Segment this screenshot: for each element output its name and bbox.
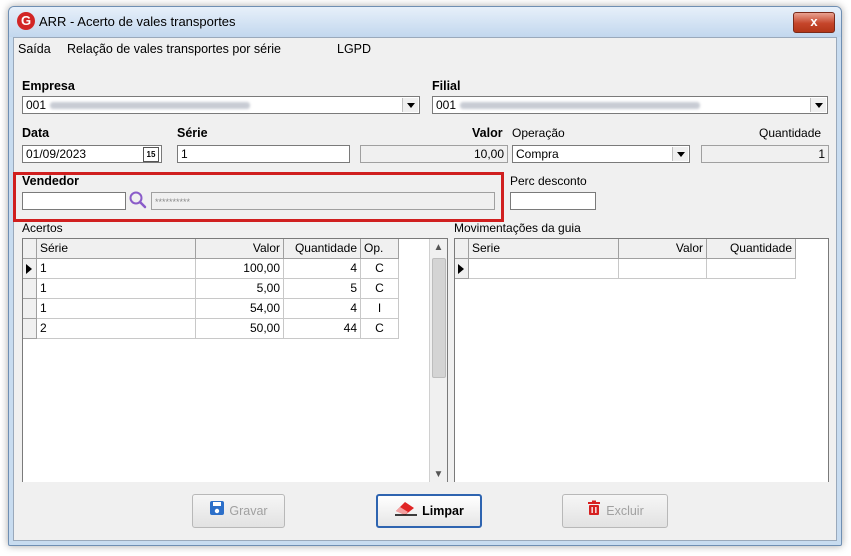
row-indicator (23, 319, 37, 339)
filial-name-redacted (460, 102, 701, 110)
row-indicator (23, 279, 37, 299)
limpar-label: Limpar (422, 504, 464, 518)
mov-col-serie[interactable]: Serie (469, 239, 619, 259)
calendar-icon[interactable]: 15 (143, 147, 159, 162)
perc-desconto-label: Perc desconto (510, 174, 587, 188)
chevron-down-icon[interactable] (672, 147, 688, 161)
empresa-label: Empresa (22, 79, 75, 93)
menu-saida[interactable]: Saída (18, 42, 51, 56)
cell-valor[interactable]: 54,00 (196, 299, 284, 319)
serie-value: 1 (181, 147, 188, 161)
quantidade-field: 1 (701, 145, 829, 163)
empresa-code: 001 (26, 98, 47, 112)
acertos-col-quantidade[interactable]: Quantidade (284, 239, 361, 259)
grid-corner (455, 239, 469, 259)
cell-valor[interactable] (619, 259, 707, 279)
cell-quantidade[interactable]: 4 (284, 259, 361, 279)
menu-lgpd[interactable]: LGPD (337, 42, 371, 56)
mov-col-valor[interactable]: Valor (619, 239, 707, 259)
window-title: ARR - Acerto de vales transportes (39, 14, 236, 29)
cell-valor[interactable]: 100,00 (196, 259, 284, 279)
data-input[interactable]: 01/09/2023 15 (22, 145, 162, 163)
scroll-up-icon[interactable]: ▲ (430, 239, 447, 256)
acertos-col-op[interactable]: Op. (361, 239, 399, 259)
close-icon: x (810, 14, 818, 29)
cell-quantidade[interactable]: 4 (284, 299, 361, 319)
cell-quantidade[interactable]: 44 (284, 319, 361, 339)
title-bar[interactable]: G ARR - Acerto de vales transportes x (9, 7, 841, 37)
cell-quantidade[interactable]: 5 (284, 279, 361, 299)
menu-relacao-vales[interactable]: Relação de vales transportes por série (67, 42, 281, 56)
operacao-label: Operação (512, 126, 565, 140)
trash-icon (586, 496, 602, 528)
acertos-col-serie[interactable]: Série (37, 239, 196, 259)
client-area: Saída Relação de vales transportes por s… (13, 37, 837, 541)
cell-serie[interactable]: 1 (37, 299, 196, 319)
cell-serie[interactable]: 1 (37, 279, 196, 299)
row-indicator-current (455, 259, 469, 279)
excluir-label: Excluir (606, 504, 644, 518)
serie-label: Série (177, 126, 208, 140)
cell-serie[interactable]: 2 (37, 319, 196, 339)
cell-op[interactable]: I (361, 299, 399, 319)
acertos-col-valor[interactable]: Valor (196, 239, 284, 259)
cell-quantidade[interactable] (707, 259, 796, 279)
menu-bar: Saída Relação de vales transportes por s… (14, 38, 836, 60)
valor-label: Valor (472, 126, 503, 140)
movimentacoes-title: Movimentações da guia (454, 221, 581, 235)
acertos-title: Acertos (22, 221, 63, 235)
filial-label: Filial (432, 79, 461, 93)
acertos-grid[interactable]: Série Valor Quantidade Op. 1 100,00 4 C … (22, 238, 448, 484)
button-bar: Gravar Limpar Excluir (14, 482, 836, 540)
cell-valor[interactable]: 5,00 (196, 279, 284, 299)
cell-serie[interactable] (469, 259, 619, 279)
app-logo-icon: G (17, 12, 35, 30)
vendedor-code-input[interactable] (22, 192, 126, 210)
chevron-down-icon[interactable] (402, 98, 418, 112)
perc-desconto-input[interactable] (510, 192, 596, 210)
valor-field: 10,00 (360, 145, 508, 163)
gravar-label: Gravar (229, 504, 268, 518)
empresa-name-redacted (50, 102, 251, 110)
close-button[interactable]: x (793, 12, 835, 33)
vendedor-name-field: ********** (151, 192, 495, 210)
cell-op[interactable]: C (361, 319, 399, 339)
row-indicator-current (23, 259, 37, 279)
cell-op[interactable]: C (361, 259, 399, 279)
scroll-thumb[interactable] (432, 258, 446, 378)
scroll-down-icon[interactable]: ▼ (430, 466, 447, 483)
excluir-button[interactable]: Excluir (562, 494, 668, 528)
valor-value: 10,00 (473, 147, 504, 161)
eraser-icon (394, 497, 418, 527)
gravar-button[interactable]: Gravar (192, 494, 285, 528)
operacao-value: Compra (516, 147, 559, 161)
cell-valor[interactable]: 50,00 (196, 319, 284, 339)
limpar-button[interactable]: Limpar (376, 494, 482, 528)
operacao-select[interactable]: Compra (512, 145, 690, 163)
search-icon[interactable] (128, 190, 148, 210)
cell-op[interactable]: C (361, 279, 399, 299)
quantidade-value: 1 (818, 147, 825, 161)
chevron-down-icon[interactable] (810, 98, 826, 112)
app-window: G ARR - Acerto de vales transportes x Sa… (8, 6, 842, 546)
cell-serie[interactable]: 1 (37, 259, 196, 279)
grid-corner (23, 239, 37, 259)
vendedor-name-value: ********** (155, 197, 191, 207)
floppy-disk-icon (209, 496, 225, 528)
acertos-scrollbar[interactable]: ▲ ▼ (429, 239, 447, 483)
filial-select[interactable]: 001 (432, 96, 828, 114)
filial-code: 001 (436, 98, 457, 112)
row-indicator (23, 299, 37, 319)
movimentacoes-grid[interactable]: Serie Valor Quantidade (454, 238, 829, 484)
mov-col-quantidade[interactable]: Quantidade (707, 239, 796, 259)
empresa-select[interactable]: 001 (22, 96, 420, 114)
quantidade-label: Quantidade (759, 126, 822, 140)
serie-input[interactable]: 1 (177, 145, 350, 163)
data-value: 01/09/2023 (26, 147, 87, 161)
vendedor-label: Vendedor (22, 174, 79, 188)
data-label: Data (22, 126, 50, 140)
